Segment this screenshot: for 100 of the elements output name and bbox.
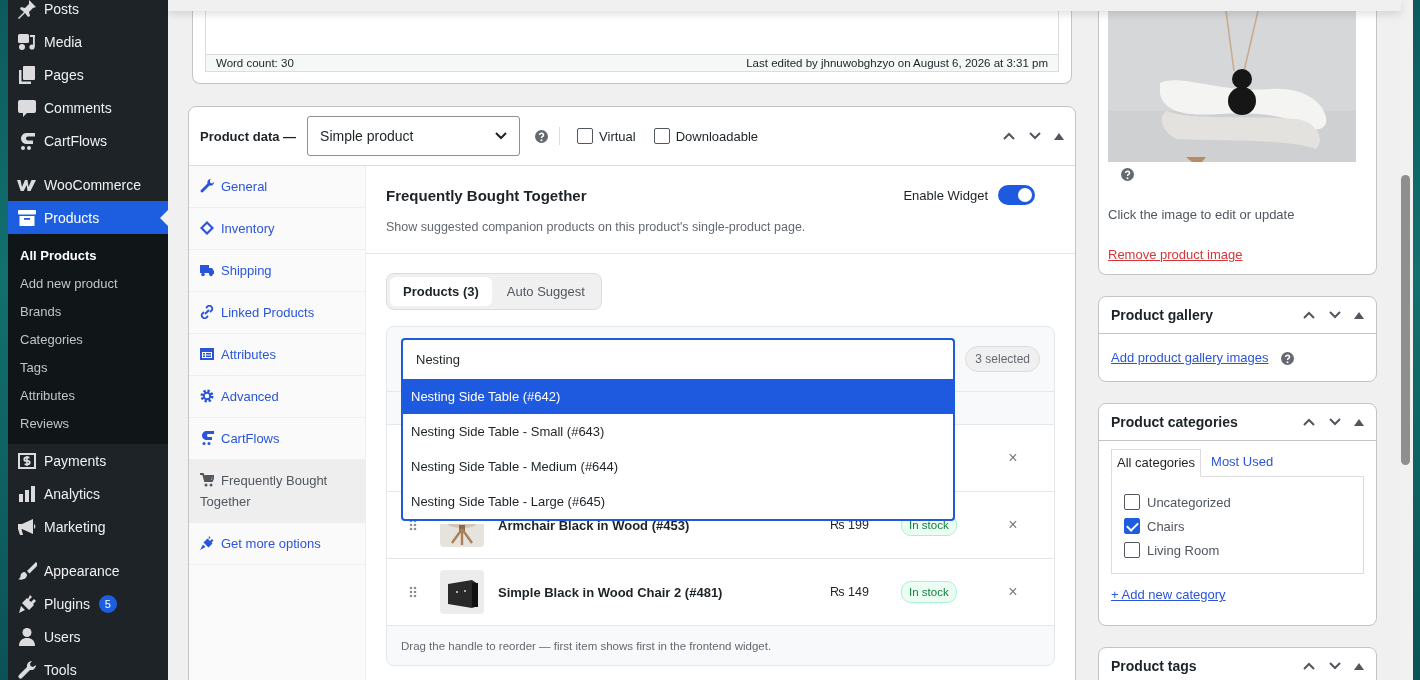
link-icon (200, 305, 214, 319)
tab[interactable]: Get more options (189, 523, 365, 565)
truck-icon (200, 263, 214, 277)
scrollbar-thumb[interactable] (1401, 175, 1410, 465)
product-price: ₨ 149 (830, 585, 870, 599)
submenu-item[interactable]: Reviews (8, 409, 168, 437)
tab[interactable]: Inventory (189, 208, 365, 250)
menu-item[interactable]: CartFlows (8, 124, 168, 157)
menu-item[interactable]: Marketing (8, 510, 168, 543)
segment-tab[interactable]: Auto Suggest (493, 277, 598, 306)
menu-item[interactable]: Payments (8, 444, 168, 477)
checkbox[interactable] (1124, 542, 1140, 558)
panel-title: Frequently Bought Together (386, 186, 587, 204)
submenu-item[interactable]: Attributes (8, 381, 168, 409)
panel-description: Show suggested companion products on this product's single-product page. (386, 219, 807, 236)
word-count: Word count: 30 (216, 57, 294, 69)
menu-item[interactable]: Tools (8, 653, 168, 680)
box-title: Product tags (1111, 658, 1197, 674)
submenu-item[interactable]: Brands (8, 297, 168, 325)
triangle-icon[interactable] (1354, 311, 1364, 319)
dollar-box-icon (17, 450, 37, 471)
checkbox[interactable] (577, 128, 594, 144)
dropdown-option[interactable]: Nesting Side Table (#642) (403, 379, 953, 414)
menu-item[interactable]: Users (8, 620, 168, 653)
menu-item[interactable]: Posts (8, 0, 168, 25)
pushpin-icon (17, 0, 37, 19)
bar-chart-icon (17, 483, 37, 504)
menu-item[interactable]: WooCommerce (8, 168, 168, 201)
cart-logo-icon (200, 431, 214, 445)
submenu-item[interactable]: Add new product (8, 269, 168, 297)
add-category-link[interactable]: + Add new category (1111, 586, 1226, 604)
help-icon[interactable] (1280, 351, 1294, 365)
checkbox-label: Virtual (599, 128, 636, 144)
product-name: Simple Black in Wood Chair 2 (#481) (498, 584, 724, 600)
remove-button[interactable]: × (1007, 516, 1019, 534)
tab[interactable]: Shipping (189, 250, 365, 292)
box-title: Product gallery (1111, 307, 1213, 323)
tag-icon (200, 221, 214, 235)
checkbox[interactable] (1124, 518, 1140, 534)
help-icon[interactable] (1121, 168, 1134, 181)
menu-item[interactable]: Products (8, 201, 168, 234)
toggle-switch[interactable] (998, 185, 1035, 205)
toggle-label: Enable Widget (903, 187, 988, 203)
drag-handle-icon[interactable] (409, 586, 417, 598)
checkbox-label: Chairs (1147, 518, 1185, 534)
menu-item[interactable]: Plugins 5 (8, 587, 168, 620)
triangle-icon[interactable] (1354, 418, 1364, 426)
remove-button[interactable]: × (1007, 449, 1019, 467)
hint-text: Click the image to edit or update (1108, 206, 1296, 224)
stock-status: In stock (901, 581, 957, 603)
checkbox[interactable] (653, 128, 670, 144)
help-icon[interactable] (535, 129, 549, 143)
checkbox-label: Uncategorized (1147, 494, 1231, 510)
remove-button[interactable]: × (1007, 583, 1019, 601)
box-title: Product categories (1111, 414, 1238, 430)
add-gallery-link[interactable]: Add product gallery images (1111, 349, 1269, 367)
tab[interactable]: Linked Products (189, 292, 365, 334)
selected-count: 3 selected (965, 346, 1040, 372)
help-note: Drag the handle to reorder — first item shows first in the frontend widget. (401, 639, 772, 652)
speech-bubble-icon (17, 97, 37, 118)
pages-icon (17, 64, 37, 85)
triangle-icon[interactable] (1354, 662, 1364, 670)
archive-box-icon (17, 207, 37, 228)
last-edited-note: Last edited by jhnuwobghzyo on August 6, 2026 at 3:31 pm (746, 57, 1048, 69)
search-field[interactable]: Nesting (401, 338, 955, 379)
menu-item[interactable]: Analytics (8, 477, 168, 510)
checkbox-label: Living Room (1147, 542, 1220, 558)
segment-tab[interactable]: Products (3) (390, 277, 492, 306)
product-type-select[interactable]: Simple product (307, 116, 521, 156)
remove-image-link[interactable]: Remove product image (1108, 246, 1243, 264)
tab[interactable]: Most Used (1206, 448, 1279, 476)
checkbox[interactable] (1124, 494, 1140, 510)
drag-handle-icon[interactable] (409, 519, 417, 531)
checkbox-label: Downloadable (675, 128, 759, 144)
wrench-icon (200, 179, 214, 193)
dropdown-option[interactable]: Nesting Side Table - Medium (#644) (403, 449, 953, 484)
megaphone-icon (17, 516, 37, 537)
submenu-item[interactable]: Categories (8, 325, 168, 353)
menu-item[interactable]: Pages (8, 58, 168, 91)
triangle-icon[interactable] (1054, 132, 1064, 140)
product-name: Armchair Black in Wood (#453) (498, 517, 691, 533)
tab[interactable]: Advanced (189, 376, 365, 418)
menu-item[interactable]: Media (8, 25, 168, 58)
user-icon (17, 626, 37, 647)
dropdown-option[interactable]: Nesting Side Table - Small (#643) (403, 414, 953, 449)
media-icon (17, 31, 37, 52)
current-indicator (160, 210, 168, 226)
gear-icon (200, 389, 214, 403)
tab[interactable]: Attributes (189, 334, 365, 376)
section-title: Product data — (200, 128, 297, 144)
tab[interactable]: All categories (1111, 449, 1202, 477)
tab[interactable]: General (189, 166, 365, 208)
cart-icon (200, 473, 214, 487)
wrench-icon (17, 659, 37, 680)
menu-item[interactable]: Comments (8, 91, 168, 124)
submenu-item[interactable]: Tags (8, 353, 168, 381)
menu-item[interactable]: Appearance (8, 554, 168, 587)
tab[interactable]: Frequently Bought Together (189, 460, 365, 523)
submenu-item[interactable]: All Products (8, 241, 168, 269)
count-badge: 5 (98, 594, 117, 613)
